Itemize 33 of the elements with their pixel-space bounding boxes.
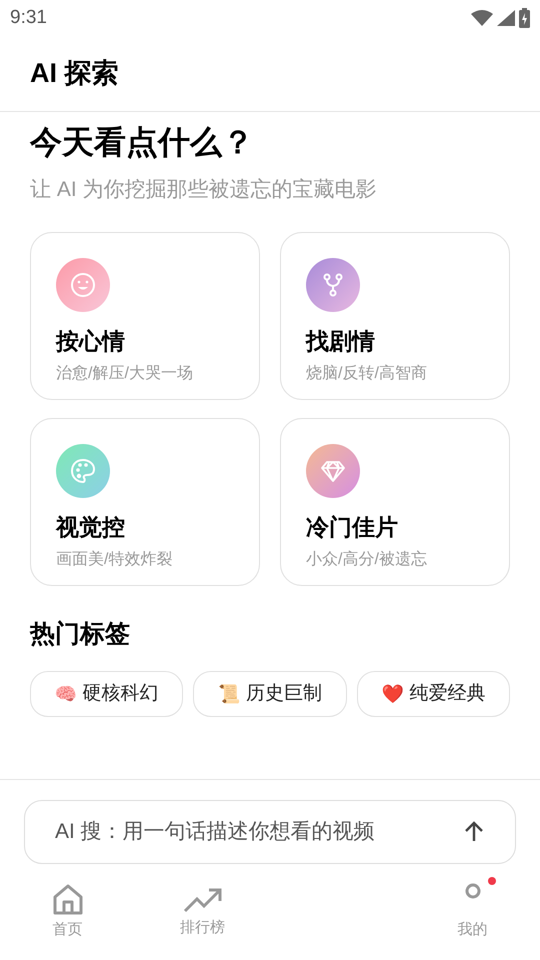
battery-icon bbox=[519, 8, 530, 28]
category-card[interactable]: 找剧情 烧脑/反转/高智商 bbox=[280, 232, 510, 400]
wifi-icon bbox=[471, 10, 493, 26]
category-subtitle: 治愈/解压/大哭一场 bbox=[56, 364, 193, 384]
category-subtitle: 画面美/特效炸裂 bbox=[56, 550, 172, 570]
category-card[interactable]: 视觉控 画面美/特效炸裂 bbox=[30, 418, 260, 586]
category-card[interactable]: 按心情 治愈/解压/大哭一场 bbox=[30, 232, 260, 400]
category-title: 冷门佳片 bbox=[306, 512, 398, 542]
ai-search-field[interactable]: AI 搜：用一句话描述你想看的视频 bbox=[24, 800, 516, 864]
user-circle-icon bbox=[464, 882, 480, 899]
category-title: 按心情 bbox=[56, 326, 125, 356]
tag-label: 历史巨制 bbox=[246, 682, 322, 706]
tag-chip[interactable]: 🧠 硬核科幻 bbox=[30, 671, 184, 717]
tag-chip[interactable]: 📜 历史巨制 bbox=[193, 671, 347, 717]
arrow-up-icon bbox=[463, 821, 485, 843]
tag-chip[interactable]: ❤ 纯爱经典 bbox=[356, 671, 510, 717]
category-title: 找剧情 bbox=[306, 326, 375, 356]
hero-subtitle: 让 AI 为你挖掘那些被遗忘的宝藏电影 bbox=[30, 177, 378, 203]
category-subtitle: 烧脑/反转/高智商 bbox=[306, 364, 427, 384]
tag-label: 纯爱经典 bbox=[409, 682, 486, 706]
signal-icon bbox=[497, 10, 515, 26]
tag-emoji: 🧠 bbox=[54, 682, 77, 706]
section-title: 热门标签 bbox=[30, 618, 131, 650]
tag-label: 硬核科幻 bbox=[82, 682, 159, 706]
page-title: AI 探索 bbox=[30, 57, 119, 90]
category-card[interactable]: 冷门佳片 小众/高分/被遗忘 bbox=[280, 418, 510, 586]
hero-title: 今天看点什么？ bbox=[30, 123, 255, 162]
tag-emoji: ❤ bbox=[381, 682, 404, 706]
tag-emoji: 📜 bbox=[218, 682, 240, 706]
category-title: 视觉控 bbox=[56, 512, 125, 542]
home-icon bbox=[50, 882, 84, 917]
status-time: 9:31 bbox=[10, 6, 47, 30]
category-subtitle: 小众/高分/被遗忘 bbox=[306, 549, 427, 570]
